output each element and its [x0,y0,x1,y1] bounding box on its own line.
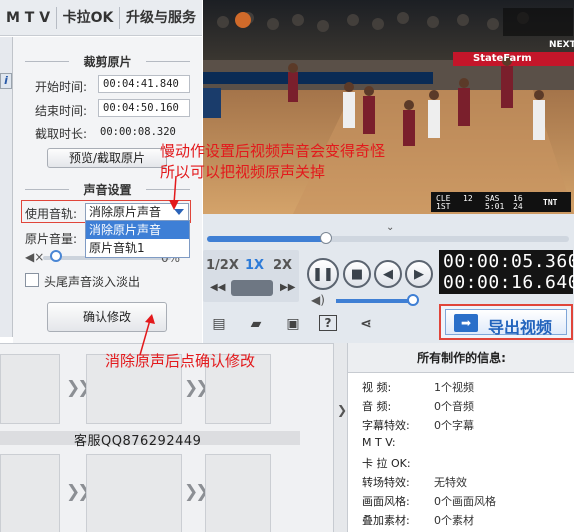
score-period: 1ST [436,202,451,211]
duration-label: 截取时长: [35,127,88,141]
save-icon[interactable]: ▣ [283,315,303,333]
annotation-note-1-line1: 慢动作设置后视频声音会变得奇怪 [160,142,386,160]
timeline-area: ❯❯❯ ❯❯❯ 客服QQ876292449 ❯❯❯ ❯❯❯ [0,343,333,532]
speaker-muted-icon[interactable]: ◀× [25,250,44,264]
collapse-chevron-icon[interactable]: ⌄ [386,222,394,233]
left-side-strip: i [0,37,13,337]
start-time-label: 开始时间: [35,80,88,94]
info-label-overlay: 叠加素材: [362,514,410,527]
new-project-icon[interactable]: ▤ [209,315,229,333]
info-value-audio: 0个音频 [434,400,474,413]
volume-fill [336,299,412,303]
preview-crop-button[interactable]: 预览/截取原片 [47,148,167,168]
info-value-video: 1个视频 [434,381,474,394]
score-value1: 12 [463,194,473,203]
pause-icon: ❚❚ [312,266,334,282]
volume-label: 原片音量: [25,232,78,246]
info-label-audio: 音 频: [362,400,392,413]
seek-progress [207,236,327,242]
info-title: 所有制作的信息: [348,343,574,373]
info-label-transition: 转场特效: [362,476,410,489]
share-icon[interactable]: ⋖ [356,315,376,333]
edit-settings-panel: 裁剪原片 开始时间: 00:04:41.840 结束时间: 00:04:50.1… [13,37,202,343]
annotation-note-1: 慢动作设置后视频声音会变得奇怪 所以可以把视频原声关掉 [160,140,385,182]
timeline-slot[interactable] [205,454,271,532]
info-label-video: 视 频: [362,381,392,394]
crop-section-title: 裁剪原片 [13,53,202,70]
speed-down-icon[interactable]: ◀◀ [210,282,225,293]
export-video-label: 导出视频 [488,318,553,337]
info-value-overlay: 0个素材 [434,514,474,527]
info-i-icon[interactable]: i [0,73,12,89]
info-label-karaoke: 卡 拉 OK: [362,457,411,470]
dropdown-option-mute[interactable]: 消除原片声音 [86,221,189,239]
annotation-note-2: 消除原声后点确认修改 [105,352,256,370]
info-value-transition: 无特效 [434,476,467,489]
score-clock: 5:01 [485,202,505,211]
seek-knob[interactable] [320,232,333,244]
production-info-panel: 所有制作的信息: 视 频: 1个视频 音 频: 0个音频 字幕特效: 0个字幕 … [347,343,574,532]
annotation-note-1-line2: 所以可以把视频原声关掉 [160,163,326,181]
scoreboard: CLE 12 SAS 16 1ST 5:01 24 TNT [433,194,571,211]
info-panel-toggle[interactable]: ❯ [333,343,347,532]
original-volume-knob[interactable] [50,250,62,262]
top-menu-bar: M T V 卡拉OK 升级与服务 [0,0,202,36]
start-time-field[interactable]: 00:04:41.840 [98,75,190,93]
time-display: 00:00:05.360 00:00:16.640 [439,250,574,294]
info-value-subtitle: 0个字幕 [434,419,474,432]
next-frame-icon: ▶ [414,266,424,282]
broadcast-logo: TNT [543,198,558,207]
total-time: 00:00:16.640 [443,272,574,293]
info-label-mtv: M T V: [362,436,396,449]
speed-selector: 1/2X 1X 2X ◀◀ ▶▶ [203,250,299,302]
audio-section-title: 声音设置 [13,181,202,198]
stop-icon: ■ [350,266,364,282]
timeline-slot[interactable] [86,454,182,532]
menu-karaoke[interactable]: 卡拉OK [57,0,120,36]
speed-jog-wheel[interactable] [231,280,273,296]
sponsor-banner: StateFarm [473,53,532,64]
customer-service-watermark: 客服QQ876292449 [74,434,202,449]
dropdown-option-track1[interactable]: 原片音轨1 [86,239,189,257]
speed-up-icon[interactable]: ▶▶ [280,282,295,293]
volume-slider[interactable] [336,299,414,303]
fade-checkbox[interactable] [25,273,39,287]
timeline-slot[interactable] [0,454,60,532]
speed-double[interactable]: 2X [273,258,292,273]
prev-frame-icon: ◀ [383,266,393,282]
end-time-label: 结束时间: [35,104,88,118]
end-time-field[interactable]: 00:04:50.160 [98,99,190,117]
seek-bar[interactable] [207,232,569,244]
export-video-button[interactable]: ➡ 导出视频 [445,309,567,337]
speed-half[interactable]: 1/2X [206,258,239,273]
menu-mtv[interactable]: M T V [0,0,56,36]
chevron-right-icon: ❯ [337,403,348,417]
score-shot: 24 [513,202,523,211]
volume-knob[interactable] [407,294,419,306]
play-pause-button[interactable]: ❚❚ [307,258,339,290]
timeline-slot[interactable] [0,354,60,424]
confirm-button[interactable]: 确认修改 [47,302,167,332]
prev-frame-button[interactable]: ◀ [374,260,402,288]
audio-track-dropdown: 消除原片声音 原片音轨1 [85,220,190,258]
menu-upgrade[interactable]: 升级与服务 [120,0,202,36]
duration-value: 00:00:08.320 [100,126,176,138]
fade-label: 头尾声音淡入淡出 [44,275,141,289]
info-label-subtitle: 字幕特效: [362,419,410,432]
next-frame-button[interactable]: ▶ [405,260,433,288]
network-logo: NEXT [549,40,574,50]
speaker-icon[interactable]: ◀) [311,293,325,307]
open-folder-icon[interactable]: ▰ [246,315,266,333]
export-arrow-icon: ➡ [454,314,478,332]
info-label-style: 画面风格: [362,495,410,508]
current-time: 00:00:05.360 [443,251,574,272]
speed-normal[interactable]: 1X [245,258,264,273]
stop-button[interactable]: ■ [343,260,371,288]
export-highlight-box: ➡ 导出视频 [439,304,573,340]
player-controls: ⌄ 1/2X 1X 2X ◀◀ ▶▶ ❚❚ ■ ◀ ▶ 00:00:05.360… [203,214,574,343]
help-icon[interactable]: ? [319,315,337,331]
info-value-style: 0个画面风格 [434,495,496,508]
